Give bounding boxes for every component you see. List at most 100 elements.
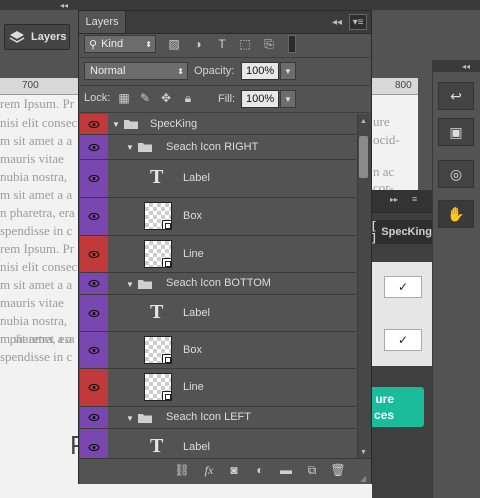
collapse-left-icon[interactable]: ◂◂ bbox=[52, 0, 76, 10]
doc-text-line: nisi elit consec bbox=[0, 259, 78, 274]
expand-icon[interactable]: ▸▸ bbox=[390, 195, 398, 204]
opacity-field[interactable]: 100% bbox=[241, 62, 279, 80]
text-layer-icon: T bbox=[150, 435, 164, 457]
filter-kind-label: Kind bbox=[101, 38, 124, 50]
filter-kind-select[interactable]: ⚲ Kind ⬍ bbox=[84, 35, 156, 53]
doc-text-line: m sit amet a a bbox=[0, 277, 73, 292]
layer-row-text[interactable]: T Label bbox=[80, 429, 356, 458]
doc-text-line: spendisse in c bbox=[0, 223, 73, 238]
doc-text-line: nubia nostra, bbox=[0, 313, 68, 328]
visibility-eye-icon[interactable] bbox=[80, 273, 108, 294]
expand-triangle-icon[interactable]: ▼ bbox=[112, 120, 120, 129]
doc-text-line: n pharetra, era bbox=[0, 331, 75, 346]
chevron-updown-icon: ⬍ bbox=[145, 39, 152, 49]
visibility-eye-icon[interactable] bbox=[80, 429, 108, 458]
expand-triangle-icon[interactable]: ▼ bbox=[126, 280, 134, 289]
doc-text-fragment: ocid- bbox=[373, 132, 400, 147]
filter-toggle[interactable] bbox=[288, 35, 296, 53]
panel-menu-icon[interactable]: ▾≡ bbox=[349, 14, 367, 30]
doc-text-fragment: ure bbox=[373, 114, 390, 129]
new-layer-icon[interactable]: ⧉ bbox=[304, 462, 320, 478]
folder-icon bbox=[138, 414, 152, 423]
history-icon[interactable]: ↩ bbox=[438, 82, 474, 110]
doc-text-line: spendisse in c bbox=[0, 349, 73, 364]
fill-dropdown-icon[interactable]: ▼ bbox=[280, 90, 296, 108]
expand-triangle-icon[interactable]: ▼ bbox=[126, 414, 134, 423]
checkbox-option-2[interactable]: ✓ bbox=[384, 329, 422, 351]
capture-button-line2: ces bbox=[373, 408, 394, 422]
filter-adjustment-icon[interactable]: ◑ bbox=[190, 36, 206, 52]
specking-title-text: SpecKing bbox=[381, 226, 432, 238]
divider bbox=[80, 57, 370, 58]
layer-row-group[interactable]: ▼ Seach Icon BOTTOM bbox=[80, 273, 356, 295]
layer-name: Box bbox=[183, 344, 202, 356]
filter-shape-icon[interactable]: ⬚ bbox=[237, 36, 253, 52]
visibility-eye-icon[interactable] bbox=[80, 407, 108, 428]
layers-panel-topstrip bbox=[78, 0, 372, 10]
specking-plugin-icon[interactable]: ✋ bbox=[438, 200, 474, 228]
layer-row-group[interactable]: ▼ Seach Icon RIGHT bbox=[80, 135, 356, 160]
fx-icon[interactable]: fx bbox=[201, 462, 217, 478]
folder-icon[interactable]: ▬ bbox=[278, 462, 294, 478]
tab-layers[interactable]: Layers bbox=[79, 11, 126, 33]
visibility-eye-icon[interactable] bbox=[80, 135, 108, 159]
visibility-eye-icon[interactable] bbox=[80, 160, 108, 197]
visibility-eye-icon[interactable] bbox=[80, 369, 108, 406]
doc-text-line: mauris vitae bbox=[0, 295, 64, 310]
divider bbox=[80, 85, 370, 86]
panel-menu-icon[interactable]: ≡ bbox=[412, 194, 417, 204]
filter-pixel-icon[interactable]: ▨ bbox=[166, 36, 182, 52]
blend-mode-select[interactable]: Normal ⬍ bbox=[84, 62, 188, 80]
visibility-eye-icon[interactable] bbox=[80, 114, 108, 134]
lock-brush-icon[interactable]: ✎ bbox=[138, 91, 152, 105]
layer-row-shape[interactable]: Box bbox=[80, 198, 356, 236]
layer-name: Label bbox=[183, 441, 210, 453]
layer-row-shape[interactable]: Line bbox=[80, 369, 356, 407]
layer-row-shape[interactable]: Box bbox=[80, 332, 356, 369]
spiral-icon[interactable]: ◎ bbox=[438, 160, 474, 188]
doc-text-line: nisi elit consec bbox=[0, 115, 78, 130]
collapse-panel-icon[interactable]: ◂◂ bbox=[329, 14, 345, 30]
layer-row-group[interactable]: ▼ SpecKing bbox=[80, 114, 356, 135]
opacity-dropdown-icon[interactable]: ▼ bbox=[280, 62, 296, 80]
capture-button[interactable]: ure ces bbox=[372, 387, 424, 427]
folder-icon bbox=[138, 143, 152, 152]
collapse-right-icon[interactable]: ◂◂ bbox=[456, 61, 476, 71]
visibility-eye-icon[interactable] bbox=[80, 295, 108, 331]
properties-icon[interactable]: ▣ bbox=[438, 118, 474, 146]
visibility-eye-icon[interactable] bbox=[80, 198, 108, 235]
layer-row-text[interactable]: T Label bbox=[80, 160, 356, 198]
layers-tab-bar: Layers ◂◂ ▾≡ bbox=[79, 11, 371, 34]
checkbox-option-1[interactable]: ✓ bbox=[384, 276, 422, 298]
link-icon[interactable]: ⛓ bbox=[174, 462, 190, 478]
lock-position-icon[interactable]: ✥ bbox=[159, 91, 173, 105]
layer-row-text[interactable]: T Label bbox=[80, 295, 356, 332]
layer-row-group[interactable]: ▼ Seach Icon LEFT bbox=[80, 407, 356, 429]
layers-panel-button[interactable]: Layers bbox=[4, 24, 70, 50]
text-layer-icon: T bbox=[150, 301, 164, 323]
filter-type-icon[interactable]: T bbox=[214, 36, 230, 52]
resize-grip-icon[interactable]: ◢ bbox=[360, 474, 370, 484]
shape-badge-icon bbox=[162, 391, 172, 401]
layer-name: Seach Icon RIGHT bbox=[166, 141, 259, 153]
shape-badge-icon bbox=[162, 354, 172, 364]
layer-row-shape[interactable]: Line bbox=[80, 236, 356, 273]
expand-triangle-icon[interactable]: ▼ bbox=[126, 143, 134, 152]
mask-icon[interactable]: ◙ bbox=[226, 462, 242, 478]
trash-icon[interactable]: 🗑︎ bbox=[330, 462, 346, 478]
shape-badge-icon bbox=[162, 220, 172, 230]
doc-text-line: mauris vitae bbox=[0, 151, 64, 166]
lock-transparent-icon[interactable]: ▦ bbox=[117, 91, 131, 105]
adjustment-icon[interactable]: ◐ bbox=[252, 462, 268, 478]
lock-all-icon[interactable]: 🔒︎ bbox=[181, 91, 195, 105]
visibility-eye-icon[interactable] bbox=[80, 236, 108, 272]
filter-smartobject-icon[interactable]: ⎘ bbox=[261, 36, 277, 52]
scroll-up-icon[interactable]: ▲ bbox=[357, 115, 370, 127]
scroll-down-icon[interactable]: ▼ bbox=[357, 446, 370, 458]
ruler-mark: 800 bbox=[395, 80, 412, 91]
doc-text-line: m sit amet a a bbox=[0, 133, 73, 148]
visibility-eye-icon[interactable] bbox=[80, 332, 108, 368]
scrollbar-thumb[interactable] bbox=[359, 136, 368, 178]
fill-field[interactable]: 100% bbox=[241, 90, 279, 108]
doc-text-line: rem Ipsum. Pr bbox=[0, 241, 75, 256]
